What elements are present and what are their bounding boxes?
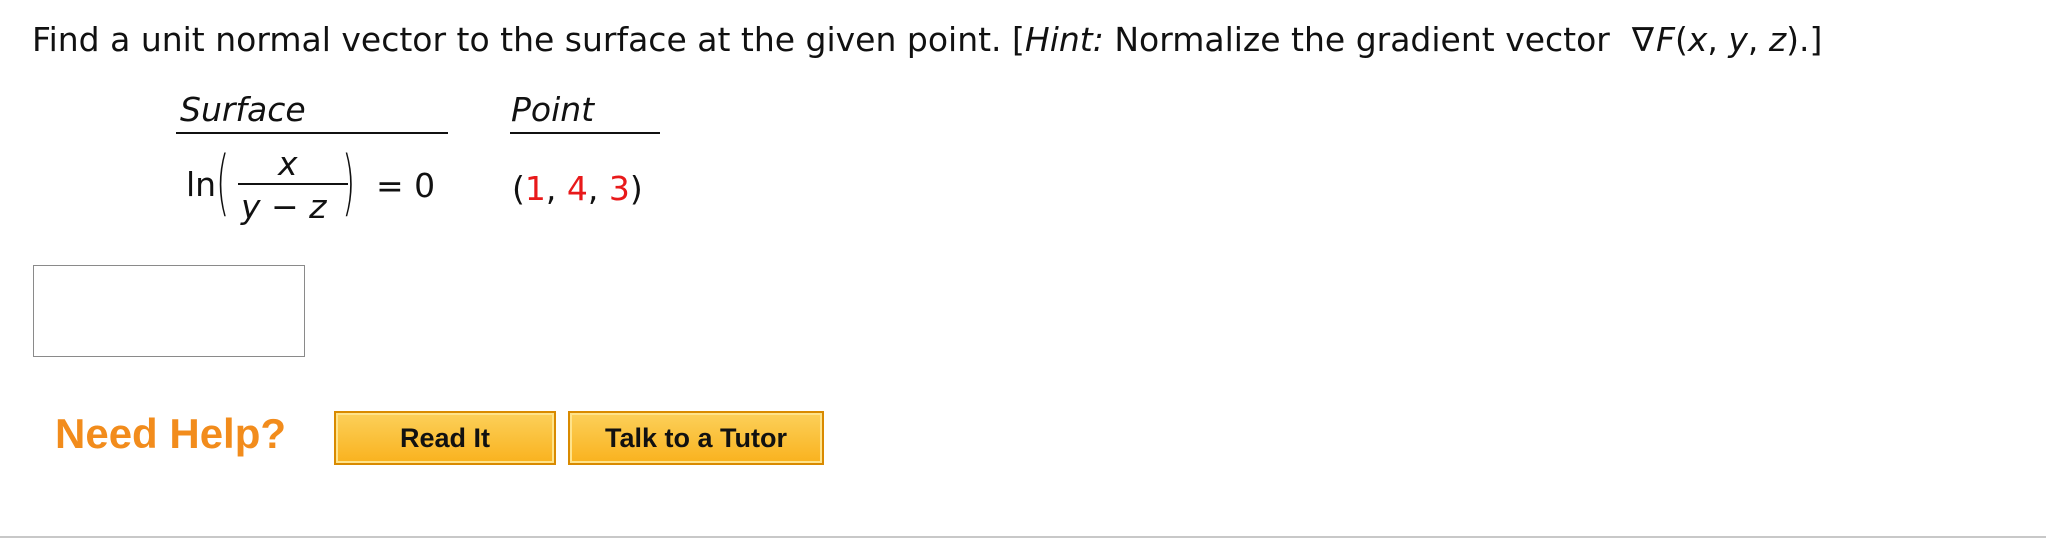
denominator: y − z: [241, 187, 327, 226]
hint-label: Hint:: [1024, 20, 1104, 59]
point-coordinates: (1, 4, 3): [512, 169, 643, 208]
question-intro: Find a unit normal vector to the surface…: [32, 20, 1025, 59]
bottom-divider: [0, 536, 2046, 538]
question-text: Find a unit normal vector to the surface…: [32, 18, 1822, 62]
need-help-label: Need Help?: [55, 410, 287, 457]
answer-input[interactable]: [33, 265, 305, 357]
numerator-x: x: [278, 144, 298, 183]
talk-to-tutor-button[interactable]: Talk to a Tutor: [568, 411, 824, 465]
point-x: 1: [524, 169, 546, 208]
read-it-button[interactable]: Read It: [334, 411, 556, 465]
equation-rhs: = 0: [376, 166, 436, 205]
right-paren: ): [342, 142, 356, 226]
ln-function: ln: [186, 165, 217, 204]
surface-equation: ln ( x y − z ) = 0: [186, 142, 456, 240]
function-name: F: [1655, 20, 1675, 59]
point-header: Point: [511, 90, 595, 129]
surface-header: Surface: [180, 90, 306, 129]
left-paren: (: [216, 142, 230, 226]
fraction-bar: [238, 183, 348, 185]
hint-text: Normalize the gradient vector: [1103, 20, 1610, 59]
nabla-symbol: ∇: [1631, 20, 1654, 59]
point-y: 4: [566, 169, 588, 208]
point-z: 3: [608, 169, 630, 208]
surface-header-rule: [176, 132, 448, 134]
point-header-rule: [510, 132, 660, 134]
